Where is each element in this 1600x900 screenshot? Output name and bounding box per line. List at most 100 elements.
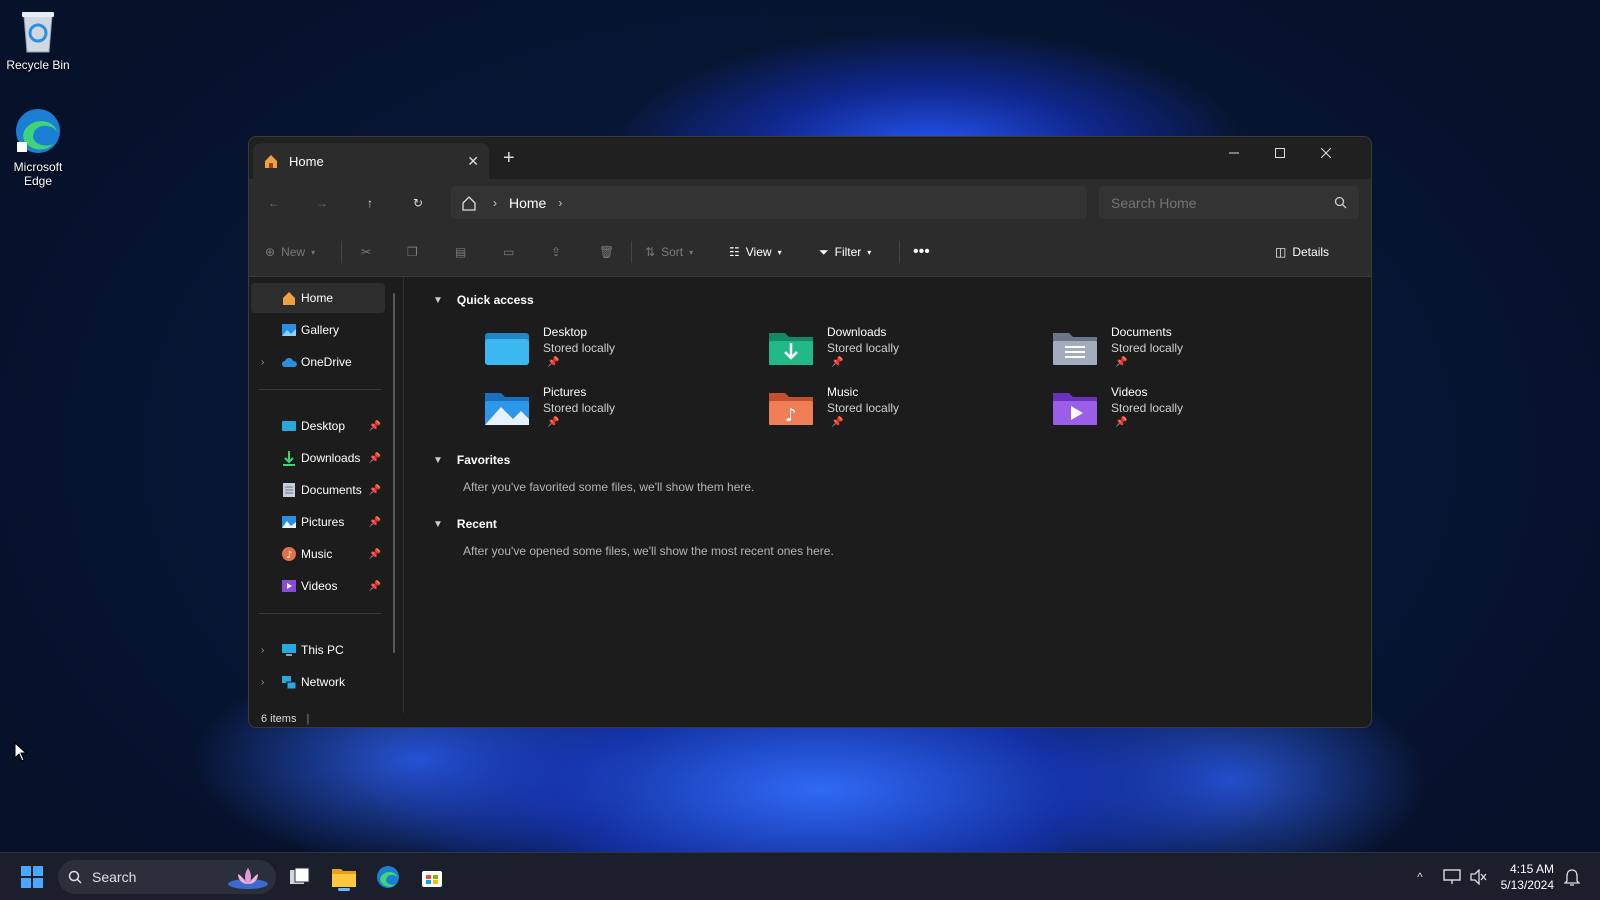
quick-access-music[interactable]: ♪ Music Stored locally 📌 xyxy=(769,383,1029,439)
sidebar-item-desktop[interactable]: Desktop 📌 xyxy=(251,411,385,441)
taskbar-file-explorer[interactable] xyxy=(328,861,360,893)
pin-icon: 📌 xyxy=(547,417,560,428)
sidebar-item-onedrive[interactable]: › OneDrive xyxy=(251,347,385,377)
quick-access-documents[interactable]: Documents Stored locally 📌 xyxy=(1053,323,1313,379)
toolbar-separator xyxy=(631,241,632,263)
cut-button[interactable]: ✂ xyxy=(361,239,371,265)
taskbar-store[interactable] xyxy=(416,861,448,893)
sidebar-item-this-pc[interactable]: › This PC xyxy=(251,635,385,665)
view-button[interactable]: ☷ View ▾ xyxy=(729,239,782,265)
command-bar: ⊕ New ▾ ✂ ❐ ▤ ▭ ⇪ 🗑 ⇅ Sort ▾ ☷ View ▾ ⏷ … xyxy=(249,227,1371,277)
clipboard-icon: ▤ xyxy=(455,245,467,259)
edge-icon xyxy=(16,109,60,153)
section-header-recent[interactable]: ▼ Recent xyxy=(433,517,497,531)
section-header-favorites[interactable]: ▼ Favorites xyxy=(433,453,510,467)
sidebar-item-downloads[interactable]: Downloads 📌 xyxy=(251,443,385,473)
sidebar-item-gallery[interactable]: Gallery xyxy=(251,315,385,345)
pin-icon[interactable]: 📌 xyxy=(369,485,381,496)
close-tab-icon[interactable]: ✕ xyxy=(467,153,479,170)
sidebar-item-documents[interactable]: Documents 📌 xyxy=(251,475,385,505)
pin-icon[interactable]: 📌 xyxy=(369,549,381,560)
sidebar-scrollbar[interactable] xyxy=(393,293,395,653)
task-view-button[interactable] xyxy=(284,861,316,893)
desktop-icon-label: Microsoft Edge xyxy=(13,160,63,188)
new-button[interactable]: ⊕ New ▾ xyxy=(265,239,315,265)
documents-folder-icon xyxy=(1053,333,1097,365)
arrow-right-icon: → xyxy=(316,196,328,210)
taskbar-search[interactable]: Search xyxy=(58,860,276,894)
show-hidden-icons-button[interactable]: ^ xyxy=(1404,861,1436,893)
pin-icon[interactable]: 📌 xyxy=(369,453,381,464)
tab-home[interactable]: Home ✕ xyxy=(253,143,489,179)
sidebar-divider xyxy=(259,613,381,614)
pin-icon[interactable]: 📌 xyxy=(369,421,381,432)
item-name: Pictures xyxy=(543,385,587,399)
speaker-muted-icon xyxy=(1470,869,1487,885)
taskbar: Search ^ 4:15 AM 5/13/2024 xyxy=(0,852,1600,900)
cloud-icon xyxy=(282,358,297,367)
up-button[interactable]: ↑ xyxy=(355,189,385,217)
sidebar-item-pictures[interactable]: Pictures 📌 xyxy=(251,507,385,537)
sidebar-item-videos[interactable]: Videos 📌 xyxy=(251,571,385,601)
notifications-button[interactable] xyxy=(1556,861,1588,893)
taskbar-clock[interactable]: 4:15 AM 5/13/2024 xyxy=(1501,861,1554,893)
refresh-button[interactable]: ↻ xyxy=(403,189,433,217)
search-box[interactable] xyxy=(1099,186,1359,219)
forward-button[interactable]: → xyxy=(307,189,337,217)
filter-button[interactable]: ⏷ Filter ▾ xyxy=(819,239,871,265)
share-button[interactable]: ⇪ xyxy=(551,239,561,265)
chevron-right-icon[interactable]: › xyxy=(261,645,264,656)
start-button[interactable] xyxy=(16,861,48,893)
address-bar[interactable]: › Home › xyxy=(451,186,1087,219)
chevron-right-icon[interactable]: › xyxy=(558,196,562,210)
copy-button[interactable]: ❐ xyxy=(407,239,418,265)
pin-icon[interactable]: 📌 xyxy=(369,581,381,592)
quick-access-videos[interactable]: Videos Stored locally 📌 xyxy=(1053,383,1313,439)
music-icon: ♪ xyxy=(282,547,296,561)
pin-icon: 📌 xyxy=(831,417,844,428)
sidebar-item-home[interactable]: Home xyxy=(251,283,385,313)
more-options-button[interactable]: ••• xyxy=(913,239,930,265)
taskbar-search-label: Search xyxy=(92,869,137,885)
pane-divider[interactable] xyxy=(403,277,404,713)
sidebar-item-music[interactable]: ♪ Music 📌 xyxy=(251,539,385,569)
taskbar-edge[interactable] xyxy=(372,861,404,893)
sidebar-item-label: This PC xyxy=(301,643,344,657)
trash-icon: 🗑 xyxy=(599,245,615,259)
arrow-left-icon: ← xyxy=(268,196,280,210)
volume-status[interactable] xyxy=(1462,861,1494,893)
refresh-icon: ↻ xyxy=(412,196,424,210)
back-button[interactable]: ← xyxy=(259,189,289,217)
search-input[interactable] xyxy=(1111,194,1334,211)
sidebar-item-network[interactable]: › Network xyxy=(251,667,385,697)
breadcrumb[interactable]: Home xyxy=(509,195,546,211)
minimize-button[interactable] xyxy=(1211,137,1257,169)
chevron-right-icon[interactable]: › xyxy=(261,357,264,368)
pin-icon[interactable]: 📌 xyxy=(369,517,381,528)
quick-access-pictures[interactable]: Pictures Stored locally 📌 xyxy=(485,383,745,439)
mouse-cursor-icon xyxy=(14,742,28,762)
rename-button[interactable]: ▭ xyxy=(503,239,514,265)
close-button[interactable] xyxy=(1303,137,1349,169)
status-bar: 6 items | xyxy=(261,713,309,725)
desktop-icon-microsoft-edge[interactable]: Microsoft Edge xyxy=(0,106,76,188)
recycle-bin-icon xyxy=(22,12,54,53)
item-name: Desktop xyxy=(543,325,588,339)
sort-button[interactable]: ⇅ Sort ▾ xyxy=(645,239,693,265)
quick-access-downloads[interactable]: Downloads Stored locally 📌 xyxy=(769,323,1029,379)
view-label: View xyxy=(745,245,772,259)
chevron-right-icon[interactable]: › xyxy=(261,677,264,688)
paste-button[interactable]: ▤ xyxy=(455,239,466,265)
home-outline-icon xyxy=(462,195,476,211)
clock-date: 5/13/2024 xyxy=(1500,878,1554,892)
chevron-down-icon: ▼ xyxy=(433,294,443,306)
desktop-icon-recycle-bin[interactable]: Recycle Bin xyxy=(0,8,76,72)
new-label: New xyxy=(281,245,306,259)
maximize-button[interactable] xyxy=(1257,137,1303,169)
delete-button[interactable]: 🗑 xyxy=(599,239,614,265)
sidebar-item-label: Network xyxy=(301,675,346,689)
section-header-quick-access[interactable]: ▼ Quick access xyxy=(433,293,534,307)
quick-access-desktop[interactable]: Desktop Stored locally 📌 xyxy=(485,323,745,379)
details-button[interactable]: ◫ Details xyxy=(1275,239,1329,265)
new-tab-button[interactable]: + xyxy=(503,147,515,170)
